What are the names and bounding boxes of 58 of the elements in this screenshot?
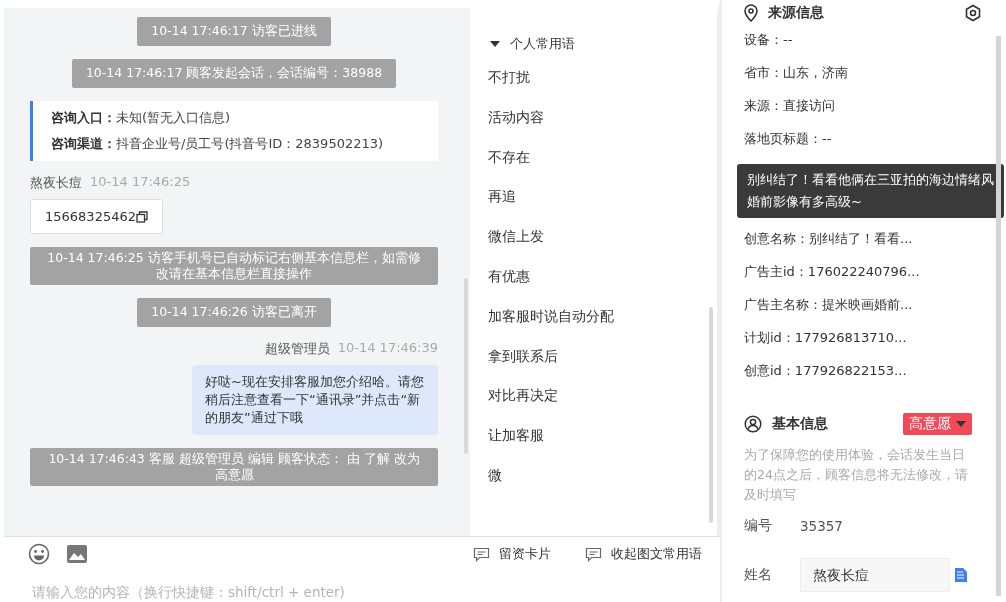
- phrase-item[interactable]: 加客服时说自动分配: [488, 307, 717, 348]
- phrase-item[interactable]: 再追: [488, 188, 717, 229]
- message-card-icon: [473, 546, 490, 562]
- phrase-item[interactable]: 微: [488, 466, 717, 507]
- toolbar-button[interactable]: 留资卡片: [473, 545, 569, 563]
- toolbar-button[interactable]: 收起图文常用语: [585, 545, 720, 563]
- scrollbar[interactable]: [995, 36, 1001, 596]
- phrase-item[interactable]: 对比再决定: [488, 387, 717, 428]
- system-message: 10-14 17:46:17 访客已进线: [137, 17, 331, 46]
- system-message: 10-14 17:46:43 客服 超级管理员 编辑 顾客状态： 由 了解 改为高意愿: [30, 448, 438, 486]
- info-row-text: 创意名称：别纠结了！看看...: [744, 229, 914, 248]
- caret-icon: [490, 41, 500, 47]
- document-icon[interactable]: [954, 566, 968, 583]
- phrase-item[interactable]: 活动内容: [488, 108, 717, 149]
- info-line: 咨询入口：未知(暂无入口信息): [51, 109, 232, 127]
- system-message: 10-14 17:46:26 访客已离开: [137, 298, 331, 327]
- info-row-text: 创意id：177926822153...: [744, 361, 908, 380]
- phone-number: 15668325462: [45, 209, 136, 224]
- phrase-item[interactable]: 有优惠: [488, 268, 717, 308]
- field-value: 35357: [800, 518, 843, 535]
- message-bubble: 好哒~现在安排客服加您介绍哈。请您稍后注意查看一下“通讯录”并点击“新的朋友”通过下哦: [192, 365, 438, 435]
- phrase-item[interactable]: 不存在: [488, 148, 717, 189]
- user-icon: [744, 415, 762, 434]
- info-row-text: 计划id：177926813710...: [744, 328, 908, 347]
- emoji-icon[interactable]: [28, 543, 50, 565]
- section-title: 基本信息: [772, 415, 829, 434]
- message-time: 10-14 17:46:39: [337, 340, 438, 357]
- group-label: 个人常用语: [510, 35, 575, 53]
- intent-tag-dropdown[interactable]: 高意愿: [903, 413, 973, 436]
- phrase-group-header[interactable]: 个人常用语: [490, 35, 717, 53]
- phrase-item[interactable]: 拿到联系后: [488, 347, 717, 388]
- phrase-item[interactable]: 微信上发: [488, 228, 717, 268]
- message-time: 10-14 17:46:25: [90, 174, 191, 191]
- system-message: 10-14 17:46:25 访客手机号已自动标记右侧基本信息栏，如需修改请在基本信息栏直接操作: [30, 247, 438, 285]
- location-pin-icon: [744, 4, 758, 22]
- info-row-text: 广告主名称：提米映画婚前...: [744, 295, 914, 314]
- info-row-text: 广告主id：176022240796...: [744, 262, 921, 281]
- sender-name: 熬夜长痘: [30, 174, 82, 192]
- info-line: 咨询渠道：抖音企业号/员工号(抖音号ID：2839502213): [51, 135, 385, 153]
- settings-icon[interactable]: [964, 4, 983, 22]
- info-row-text: 省市：山东，济南: [744, 64, 849, 83]
- message-card-icon: [585, 546, 602, 562]
- phrase-item[interactable]: 不打扰: [488, 69, 717, 109]
- notice-text: 为了保障您的使用体验，会话发生当日的24点之后，顾客信息将无法修改，请及时填写: [744, 446, 969, 505]
- info-row-text: 落地页标题：--: [744, 130, 833, 149]
- system-message: 10-14 17:46:17 顾客发起会话，会话编号：38988: [71, 59, 397, 88]
- field-label: 姓名: [744, 565, 773, 584]
- field-label: 编号: [744, 517, 773, 536]
- section-title: 来源信息: [768, 4, 825, 22]
- name-field[interactable]: 熬夜长痘: [800, 557, 950, 592]
- image-icon[interactable]: [66, 544, 88, 564]
- phrase-item[interactable]: 让加客服: [488, 427, 717, 467]
- info-row-text: 设备：--: [744, 31, 794, 50]
- sender-name: 超级管理员: [264, 340, 330, 358]
- info-row-text: 来源：直接访问: [744, 97, 836, 116]
- copy-icon[interactable]: [136, 210, 148, 223]
- scrollbar[interactable]: [709, 307, 713, 523]
- tooltip: 别纠结了！看看他俩在三亚拍的海边情绪风婚前影像有多高级~: [737, 163, 1005, 218]
